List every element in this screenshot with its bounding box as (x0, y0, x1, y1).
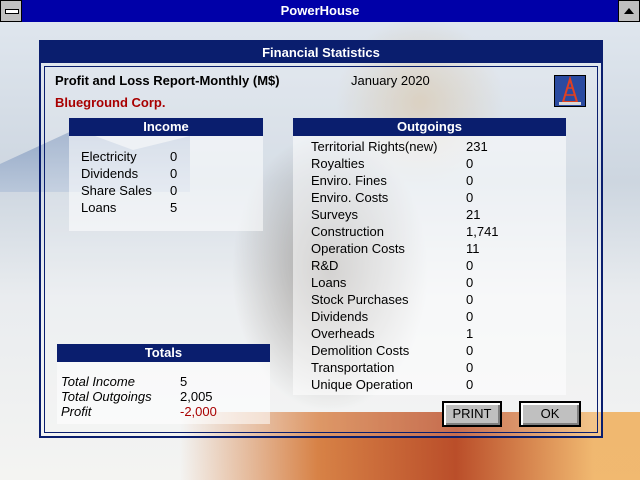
outgoing-item-label: R&D (311, 258, 339, 273)
outgoing-item-label: Royalties (311, 156, 365, 171)
outgoing-item-label: Operation Costs (311, 241, 405, 256)
print-button[interactable]: PRINT (442, 401, 502, 427)
report-date: January 2020 (351, 73, 430, 88)
outgoing-item-label: Transportation (311, 360, 395, 375)
up-arrow-icon[interactable] (618, 0, 640, 22)
outgoings-header: Outgoings (293, 118, 566, 136)
outgoing-item-value: 0 (466, 292, 474, 307)
total-income-value: 5 (180, 374, 188, 389)
outgoing-item-label: Unique Operation (311, 377, 413, 392)
outgoing-item-label: Construction (311, 224, 384, 239)
income-item-label: Share Sales (81, 183, 152, 198)
totals-header: Totals (57, 344, 270, 362)
outgoing-item-label: Enviro. Costs (311, 190, 389, 205)
income-item-label: Loans (81, 200, 117, 215)
outgoing-item-label: Enviro. Fines (311, 173, 387, 188)
outgoing-item-value: 0 (466, 156, 474, 171)
outgoing-item-label: Surveys (311, 207, 358, 222)
income-item-value: 0 (170, 149, 178, 164)
outgoing-item-value: 11 (466, 241, 480, 256)
income-item-value: 0 (170, 183, 178, 198)
outgoing-item-value: 0 (466, 377, 474, 392)
outgoing-item-value: 0 (466, 275, 474, 290)
outgoing-item-label: Stock Purchases (311, 292, 409, 307)
total-outgoings-value: 2,005 (180, 389, 213, 404)
profit-label: Profit (61, 404, 92, 419)
company-name: Blueground Corp. (55, 95, 166, 110)
outgoing-item-value: 0 (466, 173, 474, 188)
system-menu-icon[interactable] (0, 0, 22, 22)
outgoing-item-label: Overheads (311, 326, 375, 341)
total-outgoings-label: Total Outgoings (61, 389, 152, 404)
income-item-value: 5 (170, 200, 178, 215)
outgoing-item-value: 1,741 (466, 224, 499, 239)
outgoing-item-label: Territorial Rights(new) (311, 139, 438, 154)
outgoing-item-value: 0 (466, 360, 474, 375)
outgoing-item-value: 21 (466, 207, 481, 222)
income-item-label: Dividends (81, 166, 139, 181)
ok-button[interactable]: OK (519, 401, 581, 427)
oil-derrick-icon (554, 75, 586, 107)
dialog-title: Financial Statistics (41, 42, 601, 63)
report-title: Profit and Loss Report-Monthly (M$) (55, 73, 280, 88)
outgoing-item-value: 0 (466, 309, 474, 324)
total-income-label: Total Income (61, 374, 135, 389)
outgoing-item-value: 0 (466, 258, 474, 273)
income-header: Income (69, 118, 263, 136)
outgoing-item-label: Dividends (311, 309, 369, 324)
income-item-value: 0 (170, 166, 178, 181)
outgoing-item-label: Demolition Costs (311, 343, 410, 358)
outgoing-item-value: 0 (466, 343, 474, 358)
outgoing-item-value: 1 (466, 326, 474, 341)
income-item-label: Electricity (81, 149, 137, 164)
profit-value: -2,000 (180, 404, 217, 419)
outgoing-item-label: Loans (311, 275, 347, 290)
window-title-bar: PowerHouse (0, 0, 640, 22)
window-title: PowerHouse (280, 3, 360, 18)
outgoing-item-value: 231 (466, 139, 488, 154)
outgoing-item-value: 0 (466, 190, 474, 205)
